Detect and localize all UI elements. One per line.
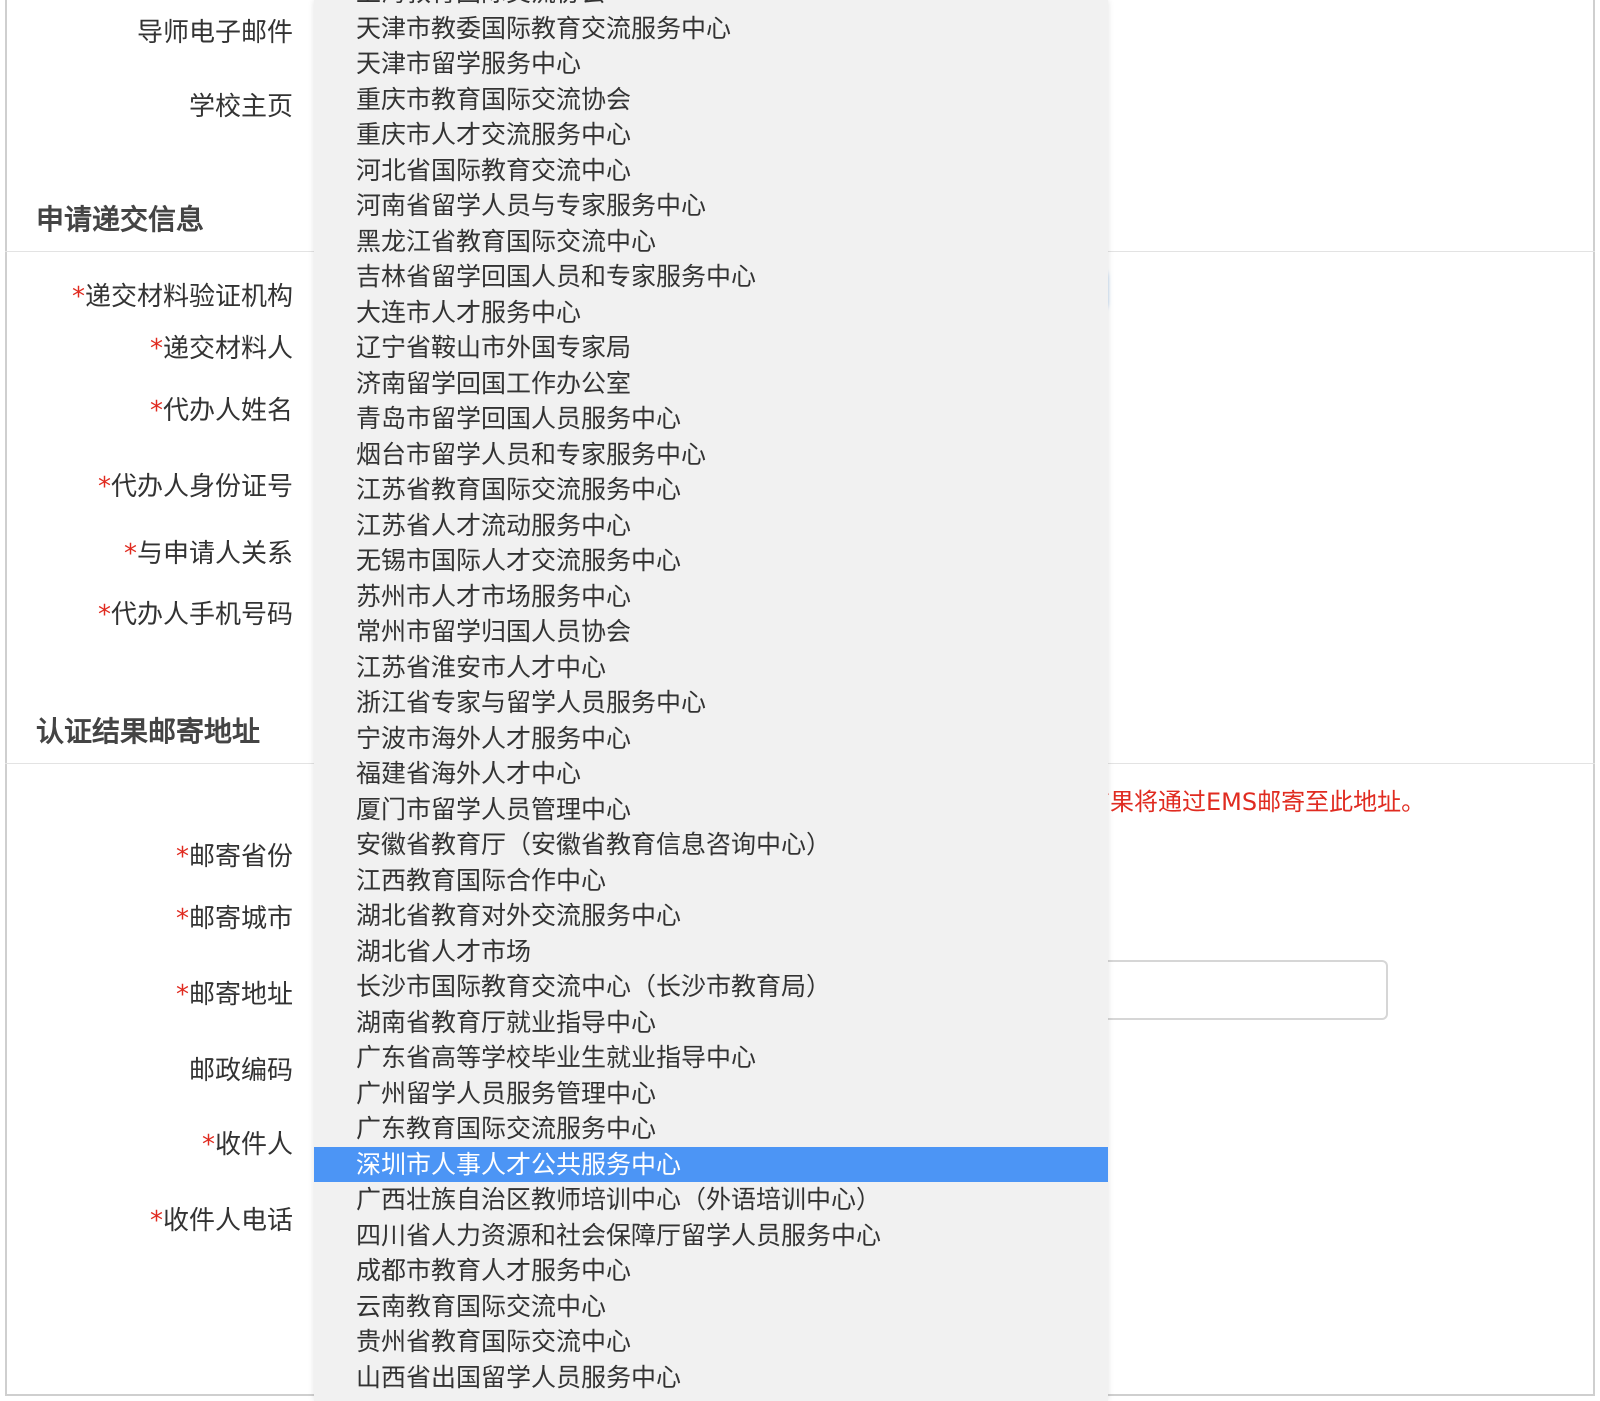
section-title-mail-address: 认证结果邮寄地址 <box>36 715 261 748</box>
label-text: 邮寄地址 <box>188 980 293 1010</box>
dropdown-option[interactable]: 江苏省淮安市人才中心 <box>314 650 1108 686</box>
dropdown-option[interactable]: 河北省国际教育交流中心 <box>314 153 1108 189</box>
label-text: 邮寄省份 <box>188 842 293 872</box>
label-mail-address: *邮寄地址 <box>176 974 293 1011</box>
label-verify-org: *递交材料验证机构 <box>72 276 293 313</box>
dropdown-option[interactable]: 苏州市人才市场服务中心 <box>314 579 1108 615</box>
required-mark: * <box>149 396 163 426</box>
label-mail-city: *邮寄城市 <box>176 898 293 935</box>
label-mentor-email: 导师电子邮件 <box>137 12 293 49</box>
label-recipient: *收件人 <box>202 1124 293 1161</box>
section-title-submit-info: 申请递交信息 <box>36 203 205 236</box>
label-agent-id: *代办人身份证号 <box>98 466 293 503</box>
dropdown-option[interactable]: 大连市人才服务中心 <box>314 295 1108 331</box>
dropdown-option[interactable]: 长沙市国际教育交流中心（长沙市教育局） <box>314 969 1108 1005</box>
dropdown-option[interactable]: 成都市教育人才服务中心 <box>314 1253 1108 1289</box>
dropdown-option[interactable]: 济南留学回国工作办公室 <box>314 366 1108 402</box>
label-text: 代办人身份证号 <box>110 472 293 502</box>
label-text: 邮政编码 <box>188 1056 293 1086</box>
dropdown-option[interactable]: 天津市留学服务中心 <box>314 46 1108 82</box>
label-agent-name: *代办人姓名 <box>150 390 293 427</box>
label-mail-province: *邮寄省份 <box>176 836 293 873</box>
required-mark: * <box>71 282 85 312</box>
label-agent-phone: *代办人手机号码 <box>98 594 293 631</box>
dropdown-option[interactable]: 贵州省教育国际交流中心 <box>314 1324 1108 1360</box>
label-text: 递交材料验证机构 <box>84 282 293 312</box>
required-mark: * <box>123 539 137 569</box>
dropdown-option[interactable]: 湖北省教育对外交流服务中心 <box>314 898 1108 934</box>
dropdown-option[interactable]: 山西省出国留学人员服务中心 <box>314 1360 1108 1396</box>
dropdown-option[interactable]: 吉林省留学回国人员和专家服务中心 <box>314 259 1108 295</box>
dropdown-option[interactable]: 天津市教委国际教育交流服务中心 <box>314 11 1108 47</box>
dropdown-option[interactable]: 黑龙江省教育国际交流中心 <box>314 224 1108 260</box>
dropdown-option[interactable]: 福建省海外人才中心 <box>314 756 1108 792</box>
label-text: 与申请人关系 <box>136 539 293 569</box>
dropdown-option[interactable]: 湖南省教育厅就业指导中心 <box>314 1005 1108 1041</box>
dropdown-option[interactable]: 青岛市留学回国人员服务中心 <box>314 401 1108 437</box>
dropdown-option[interactable]: 深圳市人事人才公共服务中心 <box>314 1146 1108 1182</box>
label-text: 学校主页 <box>188 92 293 122</box>
dropdown-option[interactable]: 江苏省人才流动服务中心 <box>314 508 1108 544</box>
dropdown-option[interactable]: 无锡市国际人才交流服务中心 <box>314 543 1108 579</box>
dropdown-option[interactable]: 广州留学人员服务管理中心 <box>314 1076 1108 1112</box>
dropdown-option[interactable]: 广东省高等学校毕业生就业指导中心 <box>314 1040 1108 1076</box>
dropdown-option[interactable]: 宁波市海外人才服务中心 <box>314 721 1108 757</box>
required-mark: * <box>201 1130 215 1160</box>
dropdown-option[interactable]: 烟台市留学人员和专家服务中心 <box>314 437 1108 473</box>
label-postcode: 邮政编码 <box>189 1050 293 1087</box>
required-mark: * <box>175 980 189 1010</box>
label-submitter: *递交材料人 <box>150 328 293 365</box>
dropdown-option[interactable]: 辽宁省鞍山市外国专家局 <box>314 330 1108 366</box>
dropdown-options: 上海教育国际交流协会天津市教委国际教育交流服务中心天津市留学服务中心重庆市教育国… <box>314 0 1108 1395</box>
required-mark: * <box>97 600 111 630</box>
mail-address-input[interactable] <box>1085 960 1388 1020</box>
dropdown-option[interactable]: 湖北省人才市场 <box>314 934 1108 970</box>
dropdown-option[interactable]: 江苏省教育国际交流服务中心 <box>314 472 1108 508</box>
label-text: 收件人电话 <box>162 1206 293 1236</box>
label-relation: *与申请人关系 <box>124 533 293 570</box>
dropdown-option[interactable]: 河南省留学人员与专家服务中心 <box>314 188 1108 224</box>
dropdown-option[interactable]: 重庆市教育国际交流协会 <box>314 82 1108 118</box>
dropdown-option[interactable]: 上海教育国际交流协会 <box>314 0 1108 11</box>
dropdown-option[interactable]: 浙江省专家与留学人员服务中心 <box>314 685 1108 721</box>
label-school-homepage: 学校主页 <box>189 86 293 123</box>
dropdown-option[interactable]: 广西壮族自治区教师培训中心（外语培训中心） <box>314 1182 1108 1218</box>
label-text: 导师电子邮件 <box>136 18 293 48</box>
label-text: 递交材料人 <box>162 334 293 364</box>
dropdown-option[interactable]: 常州市留学归国人员协会 <box>314 614 1108 650</box>
required-mark: * <box>149 334 163 364</box>
dropdown-option[interactable]: 厦门市留学人员管理中心 <box>314 792 1108 828</box>
label-recipient-phone: *收件人电话 <box>150 1200 293 1237</box>
dropdown-option[interactable]: 江西教育国际合作中心 <box>314 863 1108 899</box>
ems-notice: 吉果将通过EMS邮寄至此地址。 <box>1086 788 1426 816</box>
dropdown-option[interactable]: 四川省人力资源和社会保障厅留学人员服务中心 <box>314 1218 1108 1254</box>
dropdown-option[interactable]: 云南教育国际交流中心 <box>314 1289 1108 1325</box>
label-text: 代办人姓名 <box>162 396 293 426</box>
label-text: 收件人 <box>214 1130 293 1160</box>
label-text: 代办人手机号码 <box>110 600 293 630</box>
verify-org-dropdown[interactable]: 上海教育国际交流协会天津市教委国际教育交流服务中心天津市留学服务中心重庆市教育国… <box>314 0 1108 1401</box>
dropdown-option[interactable]: 安徽省教育厅（安徽省教育信息咨询中心） <box>314 827 1108 863</box>
dropdown-option[interactable]: 重庆市人才交流服务中心 <box>314 117 1108 153</box>
required-mark: * <box>149 1206 163 1236</box>
required-mark: * <box>175 904 189 934</box>
label-text: 邮寄城市 <box>188 904 293 934</box>
required-mark: * <box>175 842 189 872</box>
dropdown-option[interactable]: 广东教育国际交流服务中心 <box>314 1111 1108 1147</box>
required-mark: * <box>97 472 111 502</box>
